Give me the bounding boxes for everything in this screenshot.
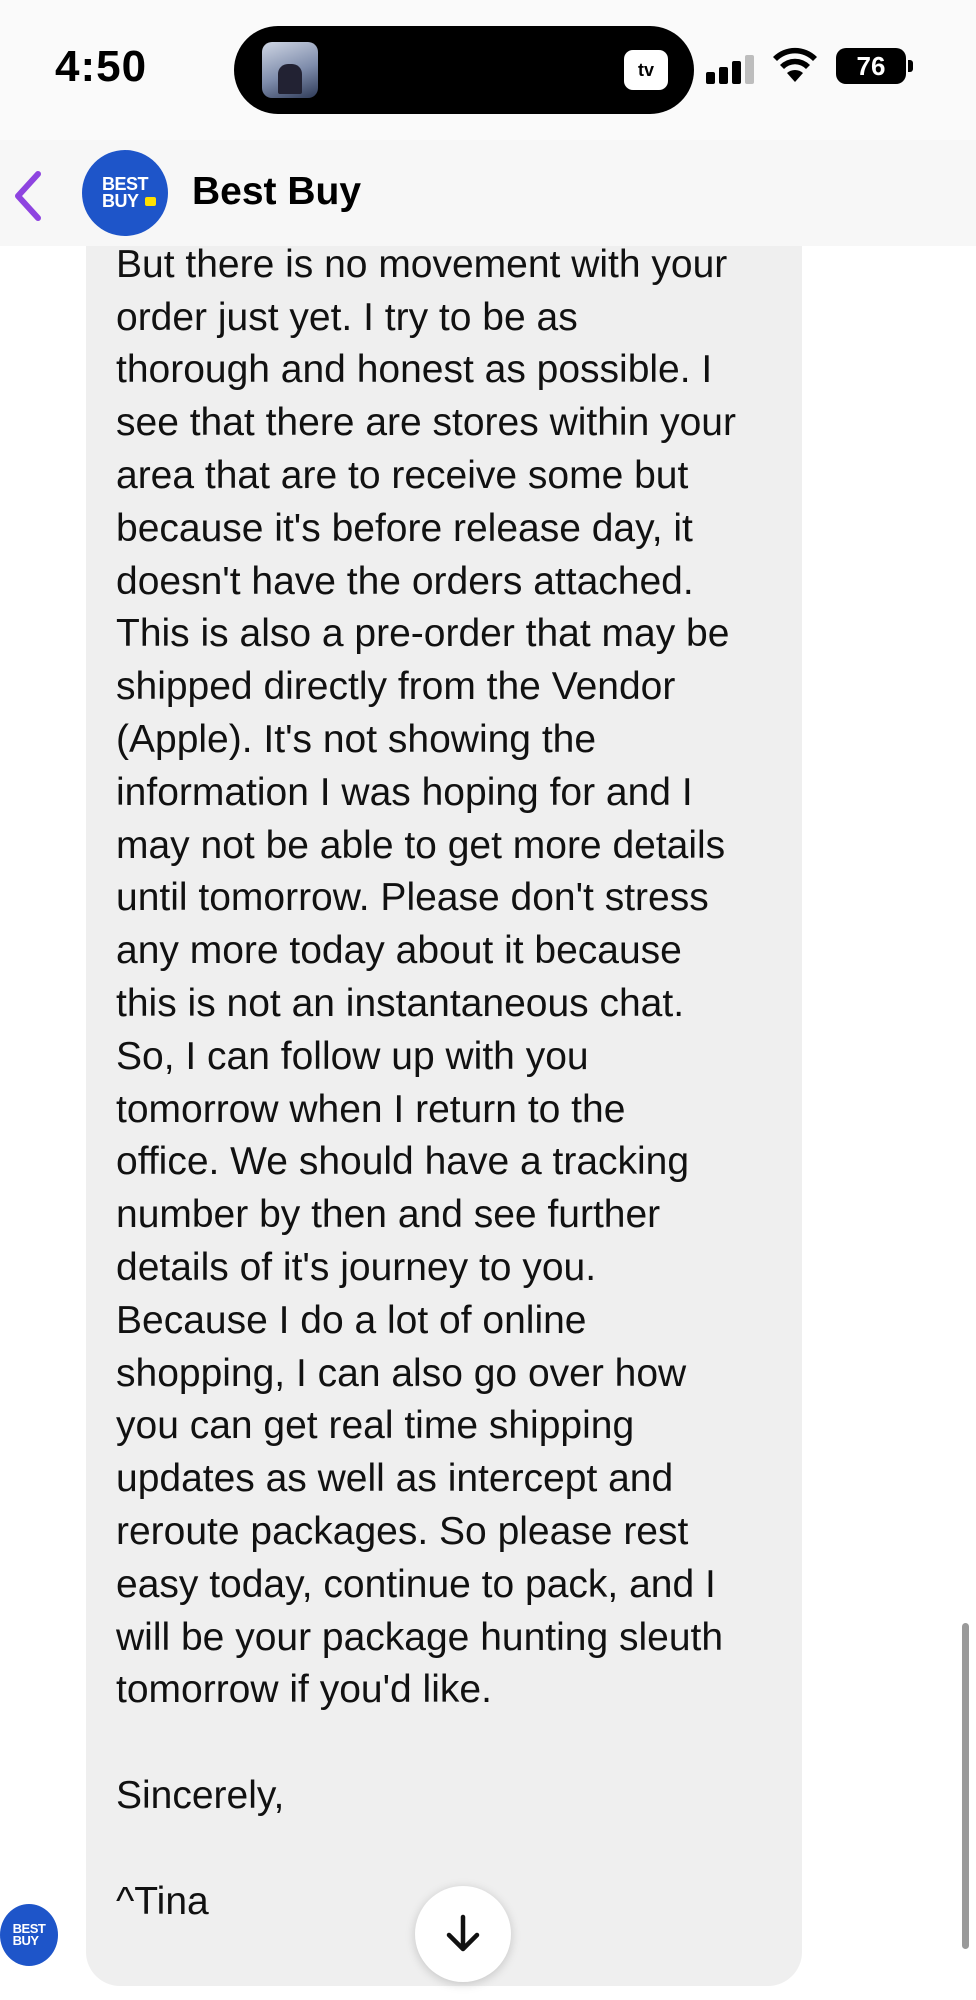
apple-tv-label: tv <box>637 60 654 80</box>
status-bar: 4:50 tv 76 <box>0 0 976 140</box>
logo-tag <box>145 197 156 206</box>
message-text: anticipated to research your order. But … <box>116 246 736 1923</box>
apple-tv-icon: tv <box>624 50 668 90</box>
battery-nub <box>908 60 913 72</box>
dynamic-island[interactable]: tv <box>234 26 694 114</box>
now-playing-artwork <box>262 42 318 98</box>
battery-icon: 76 <box>836 48 906 84</box>
clock: 4:50 <box>55 42 148 91</box>
best-buy-logo[interactable]: BEST BUY <box>82 150 168 236</box>
wifi-icon <box>773 47 817 82</box>
conversation-header: BEST BUY Best Buy <box>0 140 976 246</box>
logo-text: BEST BUY <box>101 174 149 211</box>
sender-avatar: BEST BUY <box>0 1904 58 1966</box>
scroll-to-bottom-button[interactable] <box>415 1886 511 1982</box>
avatar-logo-text: BEST BUY <box>12 1921 46 1948</box>
scrollbar[interactable] <box>962 1623 969 1949</box>
conversation-title[interactable]: Best Buy <box>192 170 361 214</box>
back-chevron-icon[interactable] <box>8 166 52 226</box>
scroll-down-arrow-icon <box>446 1914 480 1952</box>
signal-icon <box>706 54 758 84</box>
message-list[interactable]: anticipated to research your order. But … <box>0 246 976 2000</box>
